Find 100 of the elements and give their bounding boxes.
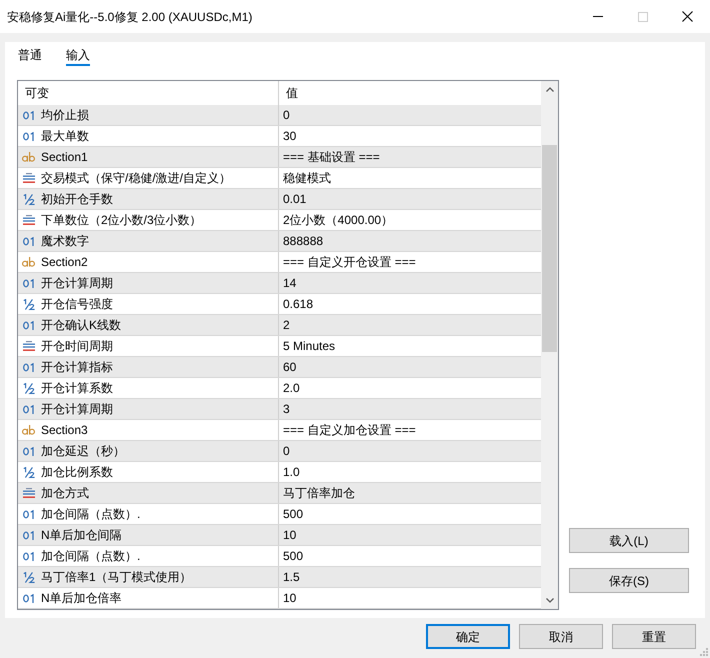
parameter-name: 开仓确认K线数 xyxy=(41,317,122,334)
letters-icon xyxy=(22,425,35,435)
parameter-value: 1.0 xyxy=(283,464,300,481)
parameter-value: 0.618 xyxy=(283,296,314,313)
resize-grip-icon[interactable] xyxy=(700,648,708,656)
parameter-name: Section3 xyxy=(41,422,88,439)
parameter-value: 稳健模式 xyxy=(283,170,331,187)
maximize-icon xyxy=(638,12,648,22)
parameter-name: 下单数位（2位小数/3位小数） xyxy=(41,212,202,229)
table-row[interactable]: Section1 === 基础设置 === xyxy=(18,147,541,168)
table-row[interactable]: 开仓计算周期 3 xyxy=(18,399,541,420)
table-row[interactable]: 开仓计算周期 14 xyxy=(18,273,541,294)
parameter-value: === 自定义加仓设置 === xyxy=(283,422,416,439)
parameter-name: N单后加仓间隔 xyxy=(41,527,122,544)
parameter-name: 开仓时间周期 xyxy=(41,338,113,355)
table-row[interactable]: 均价止损 0 xyxy=(18,105,541,126)
table-row[interactable]: N单后加仓间隔 10 xyxy=(18,525,541,546)
dialog-button[interactable]: 确定 xyxy=(426,624,510,649)
dialog-button[interactable]: 取消 xyxy=(519,624,603,649)
tab[interactable]: 普通 xyxy=(18,42,42,66)
parameter-value: === 自定义开仓设置 === xyxy=(283,254,416,271)
side-button[interactable]: 保存(S) xyxy=(569,568,689,593)
letters-icon xyxy=(22,257,35,267)
digits-icon xyxy=(22,530,34,540)
parameter-value: 3 xyxy=(283,401,290,418)
one-half-icon xyxy=(22,298,34,310)
tab[interactable]: 输入 xyxy=(66,42,90,66)
table-row[interactable]: 开仓信号强度 0.618 xyxy=(18,294,541,315)
side-button[interactable]: 载入(L) xyxy=(569,528,689,553)
table-row[interactable]: 加仓方式 马丁倍率加仓 xyxy=(18,483,541,504)
chevron-up-icon xyxy=(546,87,554,92)
window-title: 安稳修复Ai量化--5.0修复 2.00 (XAUUSDc,M1) xyxy=(6,8,254,26)
table-row[interactable]: 开仓时间周期 5 Minutes xyxy=(18,336,541,357)
parameter-value: 0 xyxy=(283,107,290,124)
parameter-name: 加仓延迟（秒） xyxy=(41,443,125,460)
parameter-name: 交易模式（保守/稳健/激进/自定义） xyxy=(41,170,232,187)
table-row[interactable]: 加仓延迟（秒） 0 xyxy=(18,441,541,462)
parameter-name: 开仓计算系数 xyxy=(41,380,113,397)
one-half-icon xyxy=(22,194,34,204)
parameter-value: 500 xyxy=(283,506,304,523)
parameter-value: 60 xyxy=(283,359,296,376)
table-row[interactable]: 开仓计算指标 60 xyxy=(18,357,541,378)
parameter-value: 0.01 xyxy=(283,191,306,208)
parameter-name: 加仓方式 xyxy=(41,485,89,502)
table-row[interactable]: 初始开仓手数 0.01 xyxy=(18,189,541,210)
list-icon xyxy=(22,215,34,225)
table-row[interactable]: 开仓确认K线数 2 xyxy=(18,315,541,336)
parameter-value: 0 xyxy=(283,443,290,460)
parameter-name: 开仓计算周期 xyxy=(41,401,113,418)
digits-icon xyxy=(22,278,34,288)
table-row[interactable]: 开仓计算系数 2.0 xyxy=(18,378,541,399)
parameter-name: 开仓计算指标 xyxy=(41,359,113,376)
digits-icon xyxy=(22,320,34,330)
parameter-value: 10 xyxy=(283,527,296,544)
table-row[interactable]: Section2 === 自定义开仓设置 === xyxy=(18,252,541,273)
digits-icon xyxy=(22,110,34,120)
parameter-name: 加仓间隔（点数）. xyxy=(41,506,140,523)
parameter-value: === 基础设置 === xyxy=(283,149,380,166)
table-row[interactable]: 马丁倍率1（马丁模式使用） 1.5 xyxy=(18,567,541,588)
close-icon xyxy=(682,11,693,22)
one-half-icon xyxy=(22,572,34,582)
digits-icon xyxy=(22,236,34,246)
digits-icon xyxy=(22,362,34,372)
parameter-value: 2.0 xyxy=(283,380,300,397)
digits-icon xyxy=(22,552,34,560)
parameter-value: 888888 xyxy=(283,233,324,250)
one-half-icon xyxy=(22,382,34,394)
table-row[interactable]: 交易模式（保守/稳健/激进/自定义） 稳健模式 xyxy=(18,168,541,189)
table-row[interactable]: N单后加仓倍率 10 xyxy=(18,588,541,609)
digits-icon xyxy=(22,446,34,456)
table-row[interactable]: Section3 === 自定义加仓设置 === xyxy=(18,420,541,441)
parameter-value: 马丁倍率加仓 xyxy=(283,485,355,502)
parameter-value: 10 xyxy=(283,590,296,607)
parameter-name: 开仓计算周期 xyxy=(41,275,113,292)
table-row[interactable]: 下单数位（2位小数/3位小数） 2位小数（4000.00） xyxy=(18,210,541,231)
parameter-name: Section1 xyxy=(41,149,88,166)
digits-icon xyxy=(22,404,34,414)
table-row[interactable]: 魔术数字 888888 xyxy=(18,231,541,252)
parameter-name: 加仓间隔（点数）. xyxy=(41,548,140,565)
digits-icon xyxy=(22,510,34,518)
parameter-name: 最大单数 xyxy=(41,128,89,145)
table-row[interactable]: 最大单数 30 xyxy=(18,126,541,147)
parameter-name: Section2 xyxy=(41,254,88,271)
dialog-button[interactable]: 重置 xyxy=(612,624,696,649)
parameter-name: 马丁倍率1（马丁模式使用） xyxy=(41,569,192,586)
table-row[interactable]: 加仓间隔（点数）. 500 xyxy=(18,504,541,525)
scrollbar-thumb[interactable] xyxy=(542,145,557,352)
list-icon xyxy=(22,341,34,351)
minimize-icon xyxy=(592,16,602,17)
table-row[interactable]: 加仓间隔（点数）. 500 xyxy=(18,546,541,567)
parameter-value: 14 xyxy=(283,275,296,292)
parameter-name: 初始开仓手数 xyxy=(41,191,113,208)
list-icon xyxy=(22,488,34,498)
table-row[interactable]: 加仓比例系数 1.0 xyxy=(18,462,541,483)
column-header[interactable]: 值 xyxy=(279,81,541,105)
chevron-down-icon xyxy=(546,598,554,603)
digits-icon xyxy=(22,594,34,602)
parameter-value: 30 xyxy=(283,128,296,145)
list-icon xyxy=(22,173,34,183)
parameter-value: 2位小数（4000.00） xyxy=(283,212,394,229)
